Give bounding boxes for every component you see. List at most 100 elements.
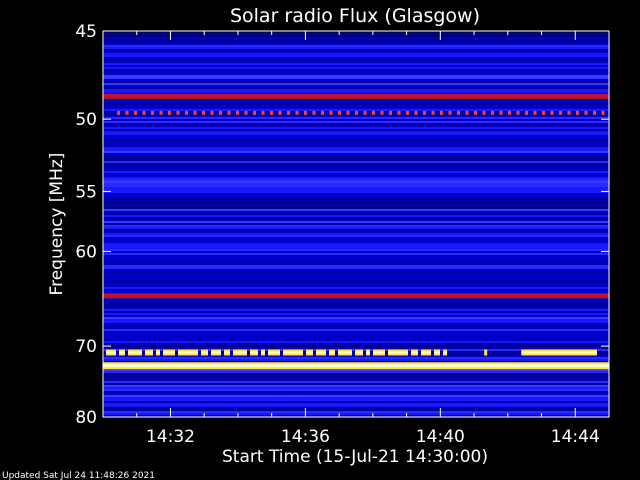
noise-row [103, 255, 609, 257]
noise-row [103, 163, 609, 165]
noise-row [103, 79, 609, 81]
noise-row [103, 183, 609, 185]
red-dot [236, 110, 239, 115]
noise-row [103, 317, 609, 319]
noise-row [103, 347, 609, 349]
red-dot [440, 110, 443, 115]
x-tick-label: 14:32 [146, 427, 195, 447]
noise-row [103, 303, 609, 305]
noise-row [103, 191, 609, 193]
noise-row [103, 241, 609, 243]
red-dot [142, 110, 146, 115]
yellow-dash-core [119, 351, 125, 354]
noise-row [103, 103, 609, 105]
noise-row [103, 307, 609, 309]
noise-row [103, 175, 609, 177]
noise-row [103, 81, 609, 83]
noise-row [103, 121, 609, 123]
red-dot [295, 110, 299, 115]
yellow-dash-core [338, 351, 352, 354]
noise-row [103, 371, 609, 373]
dark-row [103, 31, 609, 37]
noise-row [103, 231, 609, 233]
yellow-dash-core [355, 351, 363, 354]
noise-row [103, 51, 609, 53]
yellow-dash-core [283, 351, 303, 354]
red-dot [525, 110, 528, 115]
noise-row [103, 273, 609, 275]
noise-row [103, 393, 609, 395]
noise-row [103, 89, 609, 91]
noise-row [103, 237, 609, 239]
noise-row [103, 313, 609, 315]
noise-row [103, 391, 609, 393]
noise-row [103, 67, 609, 69]
red-dot [516, 110, 520, 115]
noise-row [103, 257, 609, 259]
noise-row [103, 221, 609, 223]
noise-row [103, 69, 609, 71]
noise-row [103, 45, 609, 47]
noise-row [103, 385, 609, 387]
noise-row [103, 185, 609, 187]
noise-row [103, 39, 609, 41]
y-tick-label: 80 [75, 408, 97, 428]
noise-row [103, 301, 609, 303]
red-dot [593, 110, 596, 115]
yellow-dash-core [178, 351, 198, 354]
noise-row [103, 413, 609, 415]
noise-row [103, 123, 609, 125]
red-dot [372, 110, 375, 115]
red-dot [414, 110, 418, 115]
red-dot [202, 110, 205, 115]
noise-row [103, 335, 609, 337]
noise-row [103, 399, 609, 401]
noise-row [103, 181, 609, 183]
red-dot [117, 110, 120, 115]
red-dot [338, 110, 341, 115]
noise-row [103, 217, 609, 219]
red-dot [380, 110, 384, 115]
noise-row [103, 161, 609, 163]
noise-row [103, 305, 609, 307]
noise-row [103, 169, 609, 171]
x-tick-label: 14:44 [551, 427, 600, 447]
red-dot [559, 110, 562, 115]
red-dot [176, 110, 180, 115]
noise-row [103, 53, 609, 55]
noise-row [103, 105, 609, 107]
noise-row [103, 327, 609, 329]
yellow-dash-core [388, 351, 408, 354]
noise-row [103, 267, 609, 269]
red-dot [397, 110, 401, 115]
red-dot [431, 110, 435, 115]
red-dot [355, 110, 358, 115]
noise-row [103, 109, 609, 111]
noise-row [103, 239, 609, 241]
noise-row [103, 49, 609, 51]
noise-row [103, 369, 609, 371]
noise-row [103, 153, 609, 155]
noise-row [103, 189, 609, 191]
noise-row [103, 215, 609, 217]
red-dot [542, 110, 545, 115]
red-dot [363, 110, 367, 115]
noise-row [103, 117, 609, 119]
red-dot [210, 110, 214, 115]
yellow-dash-core [201, 351, 208, 354]
noise-row [103, 405, 609, 407]
noise-row [103, 233, 609, 235]
yellow-dash-core [128, 351, 142, 354]
red-dot [423, 110, 426, 115]
noise-row [103, 77, 609, 79]
spectrogram-chart: Solar radio Flux (Glasgow) 455055607080 … [2, 5, 610, 480]
noise-row [103, 401, 609, 403]
yellow-dash-core [306, 351, 313, 354]
yellow-dash-core [421, 351, 431, 354]
noise-row [103, 159, 609, 161]
noise-row [103, 199, 609, 201]
noise-row [103, 135, 609, 137]
noise-row [103, 291, 609, 293]
yellow-dash-core [211, 351, 221, 354]
noise-row [103, 59, 609, 61]
